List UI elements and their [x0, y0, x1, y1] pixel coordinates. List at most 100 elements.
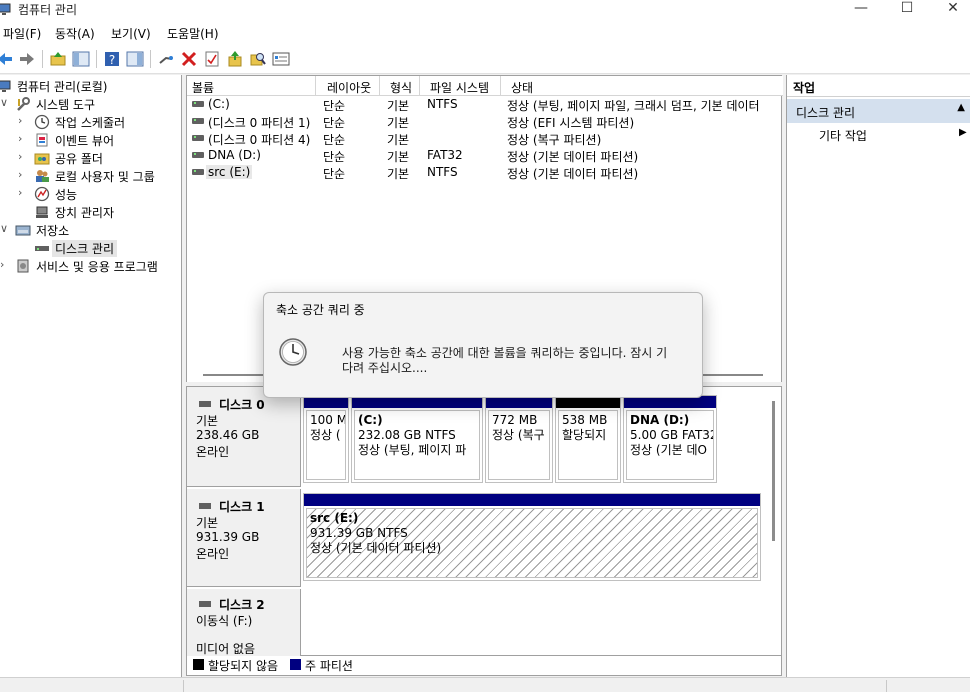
maximize-button[interactable]: ☐ — [884, 0, 930, 20]
disk-drive-icon — [192, 169, 204, 175]
tree-item-task-scheduler[interactable]: › 작업 스케줄러 — [0, 113, 180, 131]
column-header-layout[interactable]: 레이아웃 — [327, 79, 371, 96]
properties-icon[interactable] — [203, 50, 221, 68]
legend: 할당되지 않음 주 파티션 — [186, 656, 782, 676]
disk-0-label[interactable]: 디스크 0 기본 238.46 GB 온라인 — [187, 387, 301, 487]
legend-label-primary: 주 파티션 — [305, 659, 353, 673]
tools-icon — [17, 97, 30, 111]
menu-help[interactable]: 도움말(H) — [167, 25, 219, 42]
up-folder-icon[interactable] — [49, 50, 67, 68]
tree-item-local-users[interactable]: › 로컬 사용자 및 그룹 — [0, 167, 180, 185]
tree-item-event-viewer[interactable]: › 이벤트 뷰어 — [0, 131, 180, 149]
column-header-type[interactable]: 형식 — [390, 79, 412, 96]
tree-item-computer-management[interactable]: 컴퓨터 관리(로컬) — [0, 77, 180, 95]
chevron-right-icon[interactable]: › — [18, 114, 28, 127]
menu-view[interactable]: 보기(V) — [111, 25, 151, 42]
cell-type: 기본 — [387, 116, 410, 130]
table-row[interactable]: (디스크 0 파티션 4) 단순 기본 정상 (복구 파티션) — [187, 130, 783, 147]
table-row[interactable]: DNA (D:) 단순 기본 FAT32 정상 (기본 데이터 파티션) — [187, 147, 783, 164]
tree-item-label: 저장소 — [36, 224, 70, 238]
partition-disk0-d[interactable]: DNA (D:) 5.00 GB FAT32 정상 (기본 데O — [623, 395, 717, 483]
services-icon — [17, 259, 29, 273]
clock-icon — [34, 114, 50, 130]
tree-item-label: 작업 스케줄러 — [55, 116, 126, 130]
menu-file[interactable]: 파일(F) — [3, 25, 41, 42]
clock-icon — [279, 338, 307, 366]
computer-management-icon — [0, 80, 11, 92]
partition-size: 100 M — [310, 413, 346, 427]
export-icon[interactable] — [226, 50, 244, 68]
volume-list-header: 볼륨 레이아웃 형식 파일 시스템 상태 — [187, 76, 783, 96]
delete-icon[interactable] — [180, 50, 198, 68]
table-row[interactable]: (C:) 단순 기본 NTFS 정상 (부팅, 페이지 파일, 크래시 덤프, … — [187, 96, 783, 113]
partition-disk0-unallocated[interactable]: 538 MB 할당되지 — [555, 395, 621, 483]
partition-status: 정상 (부팅, 페이지 파 — [358, 443, 467, 457]
disk-state: 미디어 없음 — [196, 642, 256, 656]
back-icon[interactable] — [0, 50, 14, 68]
cell-filesystem: FAT32 — [427, 148, 463, 162]
chevron-down-icon[interactable]: ∨ — [0, 222, 10, 235]
users-icon — [36, 170, 49, 182]
partition-body: 772 MB 정상 (복구 — [488, 410, 550, 480]
column-divider[interactable] — [419, 76, 420, 96]
column-divider[interactable] — [500, 76, 501, 96]
chevron-down-icon[interactable]: ∨ — [0, 96, 10, 109]
chevron-up-icon[interactable]: ▲ — [957, 102, 965, 113]
more-actions-item[interactable]: 기타 작업 — [819, 127, 867, 144]
tree-item-disk-management[interactable]: 디스크 관리 — [0, 239, 180, 257]
column-header-filesystem[interactable]: 파일 시스템 — [430, 79, 489, 96]
chevron-right-icon[interactable]: › — [18, 186, 28, 199]
view-options-icon[interactable] — [272, 50, 290, 68]
search-icon[interactable] — [249, 50, 267, 68]
cell-layout: 단순 — [323, 99, 346, 113]
table-row[interactable]: src (E:) 단순 기본 NTFS 정상 (기본 데이터 파티션) — [187, 164, 783, 181]
tree-item-performance[interactable]: › 성능 — [0, 185, 180, 203]
actions-section-disk-management[interactable]: 디스크 관리 ▲ — [787, 99, 970, 123]
partition-disk1-e[interactable]: src (E:) 931.39 GB NTFS 정상 (기본 데이터 파티션) — [303, 493, 761, 581]
tree-item-shared-folders[interactable]: › 공유 폴더 — [0, 149, 180, 167]
connect-icon[interactable] — [157, 50, 175, 68]
disk-size: 931.39 GB — [196, 530, 260, 544]
close-button[interactable]: ✕ — [930, 0, 970, 20]
tree-item-label: 공유 폴더 — [55, 152, 103, 166]
cell-status: 정상 (기본 데이터 파티션) — [507, 150, 639, 164]
disk-drive-icon — [192, 135, 204, 141]
chevron-right-icon[interactable]: ▶ — [959, 127, 967, 138]
minimize-button[interactable]: — — [838, 0, 884, 20]
column-header-volume[interactable]: 볼륨 — [192, 79, 214, 96]
column-divider[interactable] — [379, 76, 380, 96]
column-divider[interactable] — [315, 76, 316, 96]
tree-item-device-manager[interactable]: 장치 관리자 — [0, 203, 180, 221]
chevron-right-icon[interactable]: › — [18, 150, 28, 163]
cell-layout: 단순 — [323, 133, 346, 147]
show-hide-tree-icon[interactable] — [72, 50, 90, 68]
cell-type: 기본 — [387, 167, 410, 181]
help-icon[interactable]: ? — [103, 50, 121, 68]
disk-drive-icon — [35, 246, 49, 251]
tree-item-system-tools[interactable]: ∨ 시스템 도구 — [0, 95, 180, 113]
table-row[interactable]: (디스크 0 파티션 1) 단순 기본 정상 (EFI 시스템 파티션) — [187, 113, 783, 130]
disk-size: 238.46 GB — [196, 428, 260, 442]
tree-item-services[interactable]: › 서비스 및 응용 프로그램 — [0, 257, 180, 275]
disk-1-label[interactable]: 디스크 1 기본 931.39 GB 온라인 — [187, 489, 301, 587]
disk-kind: 기본 — [196, 516, 219, 530]
column-header-status[interactable]: 상태 — [511, 79, 533, 96]
disk-2-label[interactable]: 디스크 2 이동식 (F:) 미디어 없음 — [187, 589, 301, 657]
cell-layout: 단순 — [323, 116, 346, 130]
toolbar-separator — [96, 50, 97, 68]
cell-status: 정상 (복구 파티션) — [507, 133, 602, 147]
cell-volume: (디스크 0 파티션 1) — [208, 116, 311, 130]
chevron-right-icon[interactable]: › — [0, 258, 10, 271]
menu-action[interactable]: 동작(A) — [55, 25, 95, 42]
show-hide-action-pane-icon[interactable] — [126, 50, 144, 68]
partition-body: DNA (D:) 5.00 GB FAT32 정상 (기본 데O — [626, 410, 714, 480]
vertical-scrollbar[interactable] — [772, 401, 775, 541]
cell-volume: (디스크 0 파티션 4) — [208, 133, 311, 147]
chevron-right-icon[interactable]: › — [18, 168, 28, 181]
partition-disk0-recovery[interactable]: 772 MB 정상 (복구 — [485, 395, 553, 483]
tree-item-storage[interactable]: ∨ 저장소 — [0, 221, 180, 239]
partition-disk0-efi[interactable]: 100 M 정상 ( — [303, 395, 349, 483]
forward-icon[interactable] — [18, 50, 36, 68]
chevron-right-icon[interactable]: › — [18, 132, 28, 145]
partition-disk0-c[interactable]: (C:) 232.08 GB NTFS 정상 (부팅, 페이지 파 — [351, 395, 483, 483]
